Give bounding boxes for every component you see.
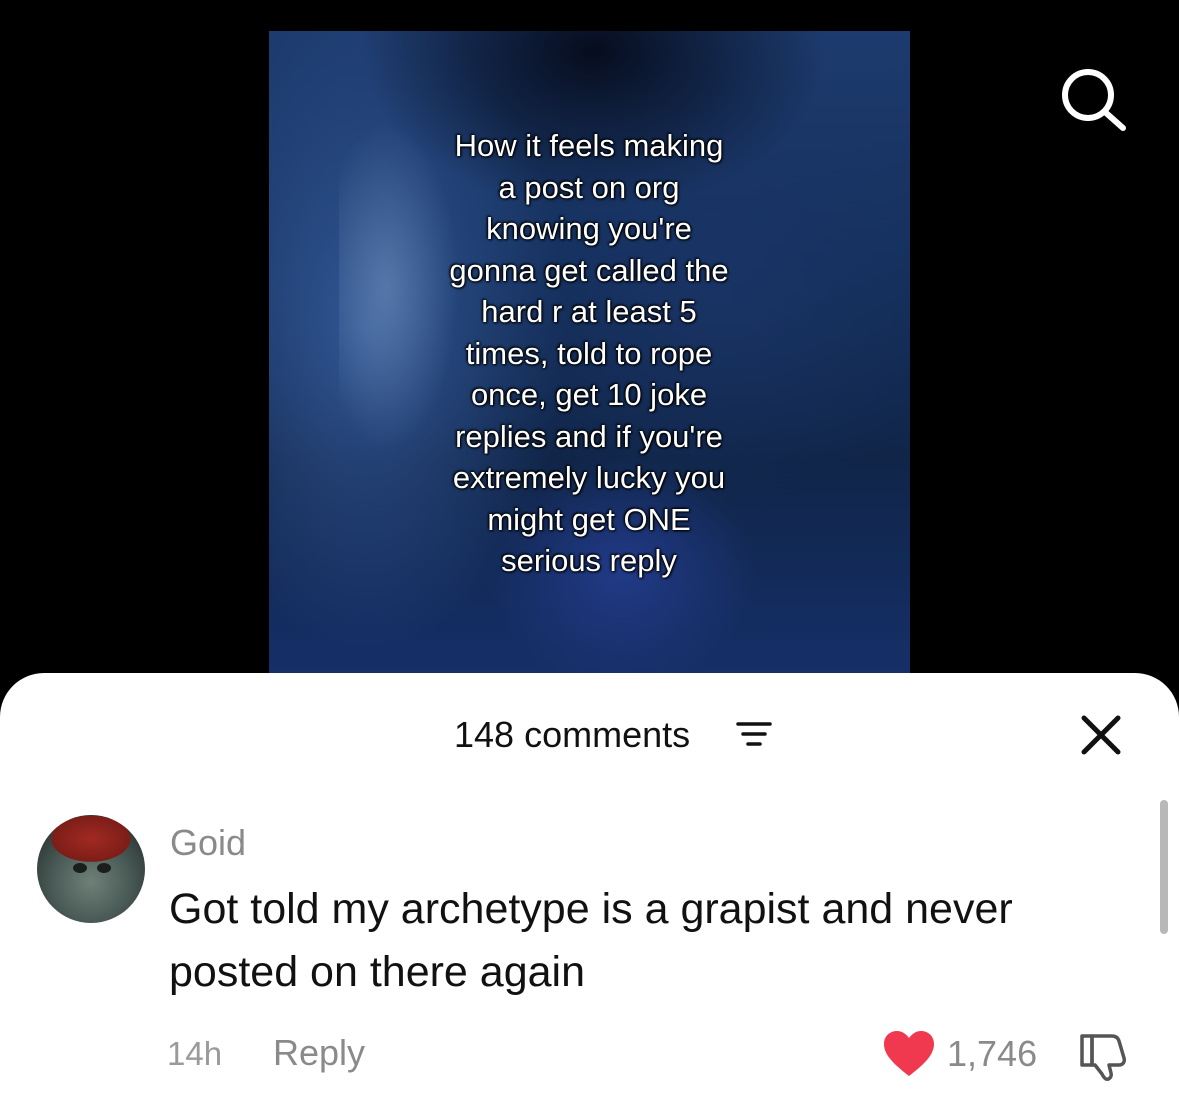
video-caption: How it feels making a post on org knowin… (449, 128, 729, 578)
filter-icon (736, 722, 772, 746)
close-icon (1081, 715, 1121, 755)
like-button[interactable] (882, 1030, 936, 1078)
search-button[interactable] (1058, 66, 1130, 132)
avatar-eye (97, 863, 111, 873)
avatar-eye (73, 863, 87, 873)
search-icon (1062, 69, 1126, 131)
comments-count: 148 comments (454, 714, 691, 755)
like-count: 1,746 (947, 1033, 1038, 1074)
dislike-button[interactable] (1078, 1030, 1130, 1082)
comment-text: Got told my archetype is a grapist and n… (169, 885, 1013, 996)
thumbs-down-icon (1080, 1034, 1126, 1081)
comment-timestamp: 14h (167, 1035, 223, 1072)
avatar[interactable] (37, 815, 145, 923)
close-button[interactable] (1078, 712, 1124, 758)
reply-button[interactable]: Reply (273, 1032, 365, 1074)
heart-icon (884, 1031, 934, 1076)
video-frame[interactable]: How it feels making a post on org knowin… (269, 31, 910, 691)
comment-username[interactable]: Goid (170, 822, 246, 864)
filter-button[interactable] (735, 720, 773, 750)
